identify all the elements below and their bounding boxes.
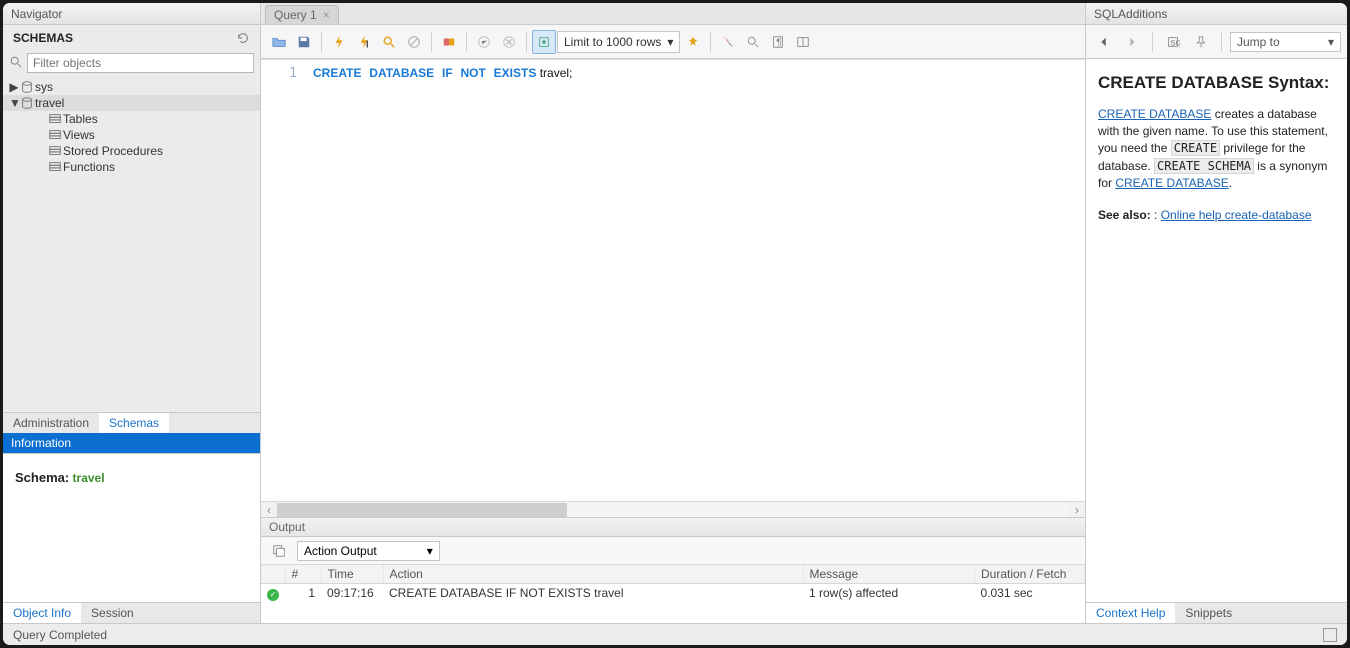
open-file-button[interactable]	[267, 30, 291, 54]
status-grid-icon[interactable]	[1323, 628, 1337, 642]
folder-icon	[47, 112, 63, 126]
tab-snippets[interactable]: Snippets	[1175, 603, 1242, 623]
stop-button[interactable]	[402, 30, 426, 54]
editor-panel: Query 1 × I Limit to 1000 rows▾ ¶	[261, 3, 1085, 623]
link-create-database-2[interactable]: CREATE DATABASE	[1115, 176, 1228, 190]
chevron-down-icon: ▾	[1328, 35, 1334, 49]
schemas-heading: SCHEMAS	[13, 31, 73, 45]
scrollbar-thumb[interactable]	[277, 503, 567, 517]
tree-item-functions[interactable]: Functions	[3, 159, 260, 175]
info-schema-value: travel	[73, 471, 105, 485]
tree-item-views[interactable]: Views	[3, 127, 260, 143]
col-time[interactable]: Time	[321, 565, 383, 584]
svg-text:I: I	[366, 38, 369, 49]
tree-item-travel[interactable]: ▼travel	[3, 95, 260, 111]
refresh-icon[interactable]	[236, 31, 250, 45]
folder-icon	[47, 160, 63, 174]
search-icon	[9, 55, 23, 72]
info-schema-label: Schema:	[15, 470, 69, 485]
information-body: Schema: travel	[3, 453, 260, 603]
tree-item-stored-procedures[interactable]: Stored Procedures	[3, 143, 260, 159]
line-gutter: 1	[261, 60, 307, 501]
col-action[interactable]: Action	[383, 565, 803, 584]
tree-item-tables[interactable]: Tables	[3, 111, 260, 127]
sql-code[interactable]: CREATE DATABASE IF NOT EXISTS travel;	[307, 60, 1085, 501]
scroll-left-icon[interactable]: ‹	[261, 503, 277, 517]
toggle-autocommit-button[interactable]	[437, 30, 461, 54]
col-message[interactable]: Message	[803, 565, 975, 584]
status-bar: Query Completed	[3, 623, 1347, 645]
execute-current-button[interactable]: I	[352, 30, 376, 54]
svg-text:¶: ¶	[777, 36, 783, 48]
save-button[interactable]	[292, 30, 316, 54]
help-back-button[interactable]	[1092, 30, 1116, 54]
chevron-down-icon: ▾	[667, 35, 673, 49]
execute-button[interactable]	[327, 30, 351, 54]
schema-tree: ▶sys ▼travel Tables Views Stored Procedu…	[3, 77, 260, 412]
help-forward-button[interactable]	[1120, 30, 1144, 54]
zoom-button[interactable]	[741, 30, 765, 54]
jump-to-select[interactable]: Jump to▾	[1230, 32, 1341, 52]
col-duration[interactable]: Duration / Fetch	[975, 565, 1085, 584]
find-button[interactable]	[716, 30, 740, 54]
toggle-whitespace-button[interactable]	[532, 30, 556, 54]
status-text: Query Completed	[13, 628, 107, 642]
commit-button[interactable]	[472, 30, 496, 54]
output-view-icon[interactable]	[267, 539, 291, 563]
success-icon: ✓	[267, 589, 279, 601]
output-row[interactable]: ✓ 1 09:17:16 CREATE DATABASE IF NOT EXIS…	[261, 584, 1085, 603]
navigator-title: Navigator	[3, 3, 260, 25]
output-header-row: # Time Action Message Duration / Fetch	[261, 565, 1085, 584]
output-type-select[interactable]: Action Output▾	[297, 541, 440, 561]
sql-additions-panel: SQLAdditions sql Jump to▾ CREATE DATABAS…	[1085, 3, 1347, 623]
folder-icon	[47, 144, 63, 158]
row-limit-select[interactable]: Limit to 1000 rows▾	[557, 31, 680, 53]
toggle-invisible-button[interactable]: ¶	[766, 30, 790, 54]
svg-text:sql: sql	[1170, 36, 1180, 48]
help-heading: CREATE DATABASE Syntax:	[1098, 71, 1335, 96]
chevron-down-icon: ▾	[427, 544, 433, 558]
help-pin-button[interactable]	[1189, 30, 1213, 54]
explain-button[interactable]	[377, 30, 401, 54]
tree-item-sys[interactable]: ▶sys	[3, 79, 260, 95]
rollback-button[interactable]	[497, 30, 521, 54]
scroll-right-icon[interactable]: ›	[1069, 503, 1085, 517]
context-help-content: CREATE DATABASE Syntax: CREATE DATABASE …	[1086, 59, 1347, 602]
tab-administration[interactable]: Administration	[3, 413, 99, 433]
filter-objects-input[interactable]	[27, 53, 254, 73]
link-online-help[interactable]: Online help create-database	[1161, 208, 1312, 222]
help-home-button[interactable]: sql	[1161, 30, 1185, 54]
see-also-label: See also:	[1098, 208, 1151, 222]
beautify-button[interactable]	[681, 30, 705, 54]
editor-toolbar: I Limit to 1000 rows▾ ¶	[261, 25, 1085, 59]
navigator-panel: Navigator SCHEMAS ▶sys ▼travel Tables Vi…	[3, 3, 261, 623]
col-num[interactable]: #	[285, 565, 321, 584]
folder-icon	[47, 128, 63, 142]
information-header: Information	[3, 433, 260, 453]
query-tab[interactable]: Query 1 ×	[265, 5, 339, 24]
wrap-button[interactable]	[791, 30, 815, 54]
output-grid: # Time Action Message Duration / Fetch ✓…	[261, 565, 1085, 623]
tab-session[interactable]: Session	[81, 603, 144, 623]
tab-object-info[interactable]: Object Info	[3, 603, 81, 623]
output-panel-title: Output	[261, 517, 1085, 537]
link-create-database[interactable]: CREATE DATABASE	[1098, 107, 1211, 121]
tab-context-help[interactable]: Context Help	[1086, 603, 1175, 623]
sql-additions-title: SQLAdditions	[1086, 3, 1347, 25]
editor-hscrollbar[interactable]: ‹ ›	[261, 501, 1085, 517]
close-icon[interactable]: ×	[323, 8, 330, 22]
tab-schemas[interactable]: Schemas	[99, 413, 169, 433]
sql-editor[interactable]: 1 CREATE DATABASE IF NOT EXISTS travel;	[261, 59, 1085, 501]
